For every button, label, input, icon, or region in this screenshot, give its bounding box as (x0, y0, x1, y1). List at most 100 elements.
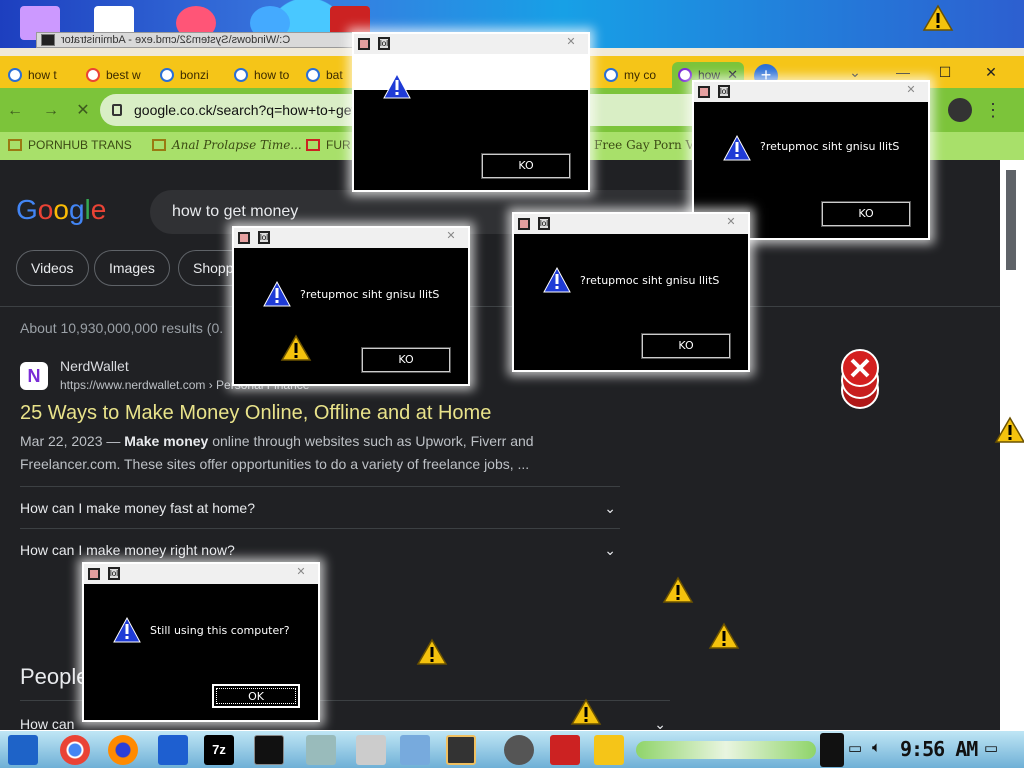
bookmark-label: FUR (326, 138, 351, 152)
info-warning-icon (543, 266, 571, 293)
chrome-icon[interactable] (60, 735, 90, 765)
dialog-titlebar[interactable]: lol ✕ (694, 82, 928, 102)
result-title-link[interactable]: 25 Ways to Make Money Online, Offline an… (20, 402, 491, 425)
taskbar: 7z ▭ 🔈︎ 9:56 AM ▭ (0, 730, 1024, 768)
taskbar-app-icon[interactable] (356, 735, 386, 765)
result-date: Mar 22, 2023 — (20, 433, 125, 449)
result-snippet: Mar 22, 2023 — Make money online through… (20, 430, 580, 476)
google-logo[interactable]: Google (16, 194, 106, 226)
logo-letter: G (16, 194, 38, 225)
dialog-titlebar[interactable]: lol ✕ (354, 34, 588, 54)
ok-button[interactable]: OK (212, 684, 300, 708)
google-favicon-icon (86, 68, 100, 82)
dialog-message: ?retupmoc siht gnisu llitS (760, 140, 900, 153)
tab-2[interactable]: best w (80, 62, 146, 90)
store-icon[interactable] (158, 735, 188, 765)
chip-videos[interactable]: Videos (16, 250, 89, 286)
maximize-button[interactable]: ☐ (930, 60, 960, 84)
bookmark-favicon (152, 139, 166, 151)
loading-icon (678, 68, 692, 82)
error-x-icon-stack (841, 349, 879, 409)
chip-images[interactable]: Images (94, 250, 170, 286)
tab-3[interactable]: bonzi (154, 62, 216, 90)
taskbar-app-icon[interactable] (550, 735, 580, 765)
volume-icon[interactable]: 🔈︎ (872, 739, 881, 756)
ok-button[interactable]: KO (821, 201, 911, 227)
bookmark-3[interactable]: FUR (306, 138, 351, 152)
dialog-message: ?retupmoc siht gnisu llitS (580, 274, 720, 287)
page-scrollbar[interactable] (1000, 160, 1024, 730)
warning-icon (570, 698, 602, 725)
warning-icon (662, 576, 694, 603)
back-button[interactable]: ← (4, 100, 26, 122)
close-window-button[interactable]: ✕ (976, 60, 1006, 84)
network-icon[interactable]: ▭ (848, 739, 862, 757)
tab-4[interactable]: how to (228, 62, 294, 90)
info-warning-icon (723, 134, 751, 161)
stop-loading-button[interactable]: ✕ (72, 100, 94, 122)
tab-label: my co (624, 68, 657, 82)
close-icon[interactable]: ✕ (560, 35, 582, 51)
error-dialog[interactable]: lol ✕ ?retupmoc siht gnisu llitS KO (352, 32, 590, 192)
result-site-name[interactable]: NerdWallet (60, 358, 129, 374)
cmd-icon[interactable] (254, 735, 284, 765)
search-query: how to get money (172, 203, 299, 220)
app-icon (698, 86, 710, 98)
start-button[interactable] (8, 735, 38, 765)
scrollbar-thumb[interactable] (1006, 170, 1016, 270)
loading-icon (160, 68, 174, 82)
bookmark-2[interactable]: Anal Prolapse Time... (152, 138, 302, 152)
tab-label: best w (106, 68, 141, 82)
result-bold: Make money (124, 433, 209, 449)
app-icon (238, 232, 250, 244)
ok-button[interactable]: KO (361, 347, 451, 373)
taskbar-clock[interactable]: 9:56 AM (900, 737, 978, 761)
error-dialog-front[interactable]: lol ✕ Still using this computer? OK (82, 562, 320, 722)
ok-button[interactable]: KO (641, 333, 731, 359)
app-icon (358, 38, 370, 50)
notification-icon[interactable]: ▭ (984, 739, 998, 757)
logo-letter: o (37, 194, 54, 225)
dialog-titlebar[interactable]: lol ✕ (234, 228, 468, 248)
taskbar-app-icon[interactable] (306, 735, 336, 765)
bookmark-4[interactable]: Free Gay Porn Vid (594, 138, 705, 152)
close-icon[interactable]: ✕ (900, 83, 922, 99)
firefox-icon[interactable] (108, 735, 138, 765)
tab-6[interactable]: my co (598, 62, 664, 90)
close-icon[interactable]: ✕ (720, 215, 742, 231)
console-window-title[interactable]: C:\Windows\System32\cmd.exe - Administra… (36, 32, 356, 48)
logo-letter: g (68, 194, 85, 225)
bookmark-label: PORNHUB TRANS (28, 138, 132, 152)
app-icon (88, 568, 100, 580)
menu-icon[interactable]: ⋮ (984, 98, 1002, 122)
faq-item[interactable]: How can I make money fast at home? ⌄ (20, 486, 620, 528)
tab-label: how to (254, 68, 290, 82)
error-dialog[interactable]: lol ✕ ?retupmoc siht gnisu llitS KO (512, 212, 750, 372)
close-icon[interactable]: ✕ (440, 229, 462, 245)
bookmark-1[interactable]: PORNHUB TRANS (8, 138, 132, 152)
dialog-titlebar[interactable]: lol ✕ (514, 214, 748, 234)
tab-5[interactable]: bat (300, 62, 354, 90)
loading-icon (604, 68, 618, 82)
lol-icon: lol (378, 37, 390, 50)
taskbar-app-icon[interactable] (504, 735, 534, 765)
taskbar-app-icon-active[interactable] (446, 735, 476, 765)
profile-avatar[interactable] (948, 98, 972, 122)
close-icon[interactable]: ✕ (290, 565, 312, 581)
warning-icon (280, 334, 312, 361)
bookmark-label: Anal Prolapse Time... (172, 138, 302, 152)
dialog-titlebar[interactable]: lol ✕ (84, 564, 318, 584)
warning-icon (994, 416, 1024, 443)
loading-icon (306, 68, 320, 82)
warning-icon (708, 622, 740, 649)
7zip-icon[interactable]: 7z (204, 735, 234, 765)
console-icon (41, 34, 55, 46)
taskbar-app-icon[interactable] (400, 735, 430, 765)
ok-button[interactable]: KO (481, 153, 571, 179)
error-dialog[interactable]: lol ✕ ?retupmoc siht gnisu llitS KO (232, 226, 470, 386)
tab-1[interactable]: how t (2, 62, 60, 90)
app-icon (518, 218, 530, 230)
dialog-message: ?retupmoc siht gnisu llitS (420, 78, 560, 91)
forward-button[interactable]: → (40, 100, 62, 122)
calculator-icon[interactable] (594, 735, 624, 765)
